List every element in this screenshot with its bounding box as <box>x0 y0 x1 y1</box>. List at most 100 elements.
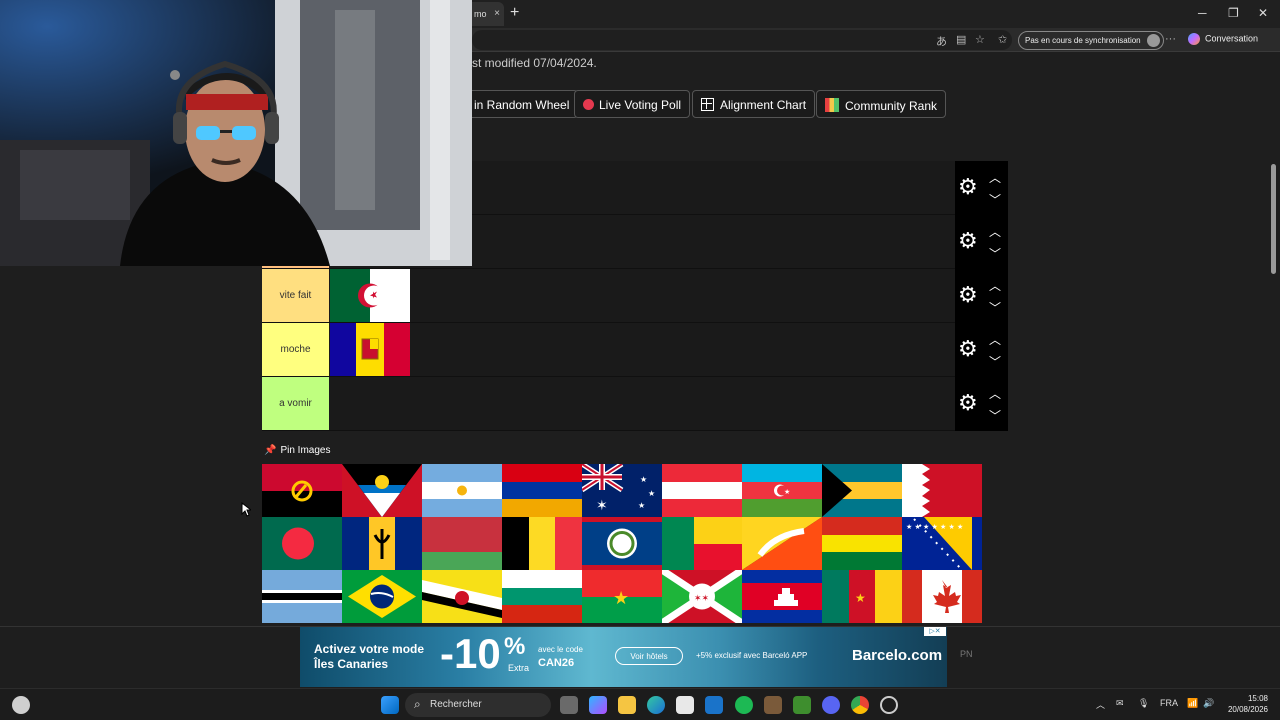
system-clock[interactable]: 15:08 20/08/2026 <box>1224 693 1268 715</box>
gear-icon[interactable]: ⚙ <box>958 392 978 414</box>
store-icon[interactable] <box>676 696 694 714</box>
edge-icon[interactable] <box>647 696 665 714</box>
page-scrollbar[interactable] <box>1268 52 1280 686</box>
new-tab-button[interactable]: + <box>510 4 519 22</box>
flag-brunei[interactable] <box>422 570 502 623</box>
flag-belize[interactable] <box>582 517 662 570</box>
tray-chevron-icon[interactable]: ︿ <box>1096 698 1105 711</box>
start-icon[interactable] <box>381 696 399 714</box>
chevron-up-icon[interactable]: ︿ <box>989 169 1001 186</box>
svg-text:✶✶: ✶✶ <box>694 594 709 604</box>
live-voting-poll-button[interactable]: Live Voting Poll <box>574 90 691 118</box>
more-menu-icon[interactable]: ··· <box>1165 33 1176 45</box>
ad-banner[interactable]: Activez votre mode Îles Canaries -10 % E… <box>300 627 947 687</box>
chevron-down-icon[interactable]: ﹀ <box>989 299 1001 316</box>
flag-botswana[interactable] <box>262 570 342 623</box>
flag-bhutan[interactable] <box>742 517 822 570</box>
ad-choices-icon[interactable]: ▷✕ <box>924 627 946 636</box>
tier-label[interactable]: vite fait <box>262 269 329 322</box>
minecraft-icon[interactable] <box>764 696 782 714</box>
tier-label[interactable]: a vomir <box>262 377 329 430</box>
favorites-icon[interactable]: ✩ <box>998 33 1007 46</box>
mail-icon[interactable] <box>705 696 723 714</box>
flag-argentina[interactable] <box>422 464 502 517</box>
favorite-star-icon[interactable]: ☆ <box>975 33 985 46</box>
flag-azerbaijan[interactable]: ★ <box>742 464 822 517</box>
task-view-icon[interactable] <box>560 696 578 714</box>
flag-cameroon[interactable]: ★ <box>822 570 902 623</box>
wifi-icon[interactable]: 📶 <box>1187 698 1198 709</box>
tab-close-icon[interactable]: × <box>494 8 500 19</box>
scrollbar-thumb[interactable] <box>1271 164 1276 274</box>
ad-headline-2: Îles Canaries <box>314 657 389 671</box>
tier-label[interactable]: moche <box>262 323 329 376</box>
read-aloud-icon[interactable]: あ <box>936 33 947 49</box>
chrome-icon[interactable] <box>851 696 869 714</box>
flag-angola[interactable] <box>262 464 342 517</box>
flag-austria[interactable] <box>662 464 742 517</box>
grid-icon <box>701 98 714 111</box>
flag-australia[interactable]: ✶ ★ ★ ★ <box>582 464 662 517</box>
sync-status-button[interactable]: Pas en cours de synchronisation <box>1018 31 1164 50</box>
microphone-icon[interactable]: 🎙 <box>1138 698 1149 709</box>
community-rank-button[interactable]: Community Rank <box>816 90 947 118</box>
spotify-icon[interactable] <box>735 696 753 714</box>
address-field[interactable] <box>472 30 1012 50</box>
flag-bahamas[interactable] <box>822 464 902 517</box>
flag-barbados[interactable] <box>342 517 422 570</box>
ad-cta-button[interactable]: Voir hôtels <box>615 647 683 665</box>
obs-icon[interactable] <box>880 696 898 714</box>
flag-cambodia[interactable] <box>742 570 822 623</box>
gear-icon[interactable]: ⚙ <box>958 338 978 360</box>
chevron-up-icon[interactable]: ︿ <box>989 331 1001 348</box>
chevron-up-icon[interactable]: ︿ <box>989 277 1001 294</box>
game-launcher-icon[interactable] <box>793 696 811 714</box>
copilot-button[interactable]: Conversation <box>1188 33 1258 45</box>
minimize-icon[interactable]: ─ <box>1198 6 1207 20</box>
file-explorer-icon[interactable] <box>618 696 636 714</box>
chevron-down-icon[interactable]: ﹀ <box>989 245 1001 262</box>
flag-antigua-and-barbuda[interactable] <box>342 464 422 517</box>
chevron-up-icon[interactable]: ︿ <box>989 223 1001 240</box>
pin-images-toggle[interactable]: 📌 Pin Images <box>264 445 330 456</box>
gear-icon[interactable]: ⚙ <box>958 230 978 252</box>
flag-bolivia[interactable] <box>822 517 902 570</box>
flag-benin[interactable] <box>662 517 742 570</box>
random-wheel-button[interactable]: in Random Wheel <box>466 90 579 118</box>
flag-belarus[interactable] <box>422 517 502 570</box>
chevron-up-icon[interactable]: ︿ <box>989 385 1001 402</box>
tier-row[interactable]: vite fait <box>262 269 956 323</box>
flag-andorra[interactable] <box>330 323 410 376</box>
language-indicator[interactable]: FRA <box>1160 698 1178 708</box>
alignment-chart-button[interactable]: Alignment Chart <box>692 90 816 118</box>
chevron-down-icon[interactable]: ﹀ <box>989 407 1001 424</box>
tier-row[interactable]: a vomir <box>262 377 956 431</box>
chevron-down-icon[interactable]: ﹀ <box>989 191 1001 208</box>
gear-icon[interactable]: ⚙ <box>958 284 978 306</box>
flag-armenia[interactable] <box>502 464 582 517</box>
chevron-down-icon[interactable]: ﹀ <box>989 353 1001 370</box>
flag-brazil[interactable] <box>342 570 422 623</box>
discord-icon[interactable] <box>822 696 840 714</box>
pin-images-label: Pin Images <box>280 445 331 456</box>
reader-mode-icon[interactable]: ▤ <box>956 33 966 46</box>
flag-bulgaria[interactable] <box>502 570 582 623</box>
copilot-taskbar-icon[interactable] <box>589 696 607 714</box>
gear-icon[interactable]: ⚙ <box>958 176 978 198</box>
flag-burkina-faso[interactable]: ★ <box>582 570 662 623</box>
volume-icon[interactable]: 🔊 <box>1203 698 1214 709</box>
flag-burundi[interactable]: ✶✶ <box>662 570 742 623</box>
webcam-overlay <box>0 0 472 266</box>
window-close-icon[interactable]: ✕ <box>1258 6 1268 20</box>
flag-belgium[interactable] <box>502 517 582 570</box>
maximize-icon[interactable]: ❐ <box>1228 6 1239 20</box>
flag-canada[interactable] <box>902 570 982 623</box>
flag-algeria[interactable] <box>330 269 410 322</box>
tier-row[interactable]: moche <box>262 323 956 377</box>
widgets-icon[interactable] <box>12 696 30 714</box>
flag-bahrain[interactable] <box>902 464 982 517</box>
flag-bosnia-and-herzegovina[interactable]: ★ ★ ★ ★ ★ ★ ★ <box>902 517 982 570</box>
taskbar-search[interactable]: ⌕ Rechercher <box>405 693 551 717</box>
flag-bangladesh[interactable] <box>262 517 342 570</box>
tray-app-icon[interactable]: ✉ <box>1116 698 1124 709</box>
